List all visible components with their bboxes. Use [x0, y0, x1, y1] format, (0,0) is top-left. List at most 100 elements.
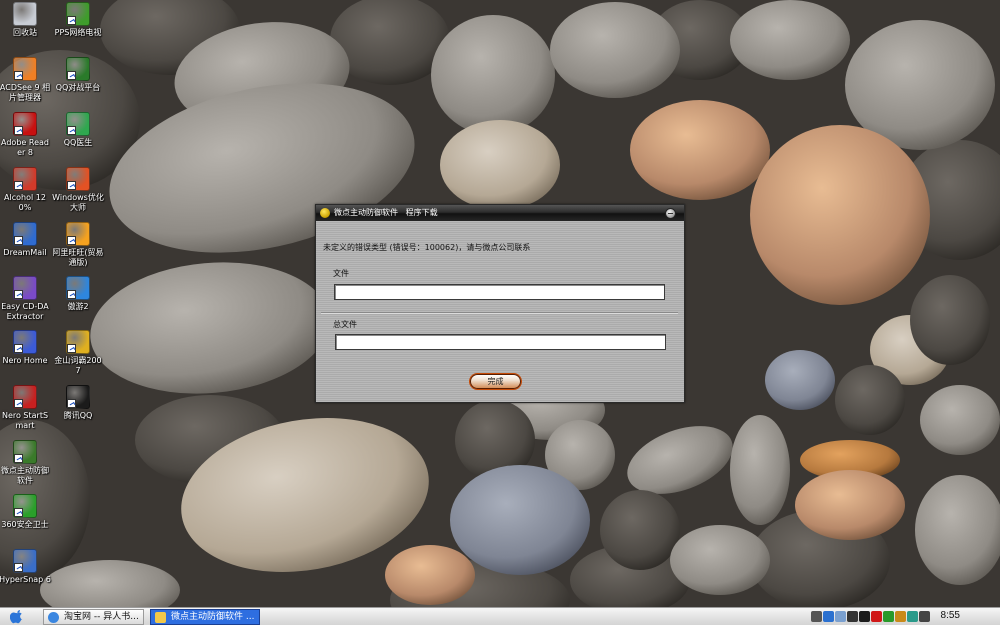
shortcut-arrow-icon [67, 71, 76, 80]
desktop-icon-label: Windows优化大师 [52, 193, 104, 212]
total-file-label: 总文件 [333, 320, 357, 329]
taskbar-button-label: 微点主动防御软件 ... [171, 612, 255, 622]
desktop-icon[interactable]: 金山词霸2007 [52, 330, 104, 376]
desktop-icon-label: QQ对战平台 [55, 83, 101, 92]
desktop-icon-label: HyperSnap 6 [0, 575, 51, 584]
shortcut-arrow-icon [14, 290, 23, 299]
shortcut-arrow-icon [14, 71, 23, 80]
qq-icon [66, 385, 90, 409]
desktop-icon[interactable]: 阿里旺旺(贸易通版) [52, 222, 104, 268]
apple-start-icon[interactable] [10, 610, 24, 624]
qq-doctor-icon [66, 112, 90, 136]
download-dialog: 微点主动防御软件 程序下载 未定义的错误类型 (错误号：100062)，请与微点… [315, 204, 685, 403]
shortcut-arrow-icon [14, 508, 23, 517]
shortcut-arrow-icon [67, 290, 76, 299]
easy-cd-da-icon [13, 276, 37, 300]
desktop-icon-label: 傲游2 [67, 302, 89, 311]
shortcut-arrow-icon [67, 399, 76, 408]
desktop-icon[interactable]: PPS网络电视 [52, 2, 104, 38]
360-icon [13, 494, 37, 518]
shortcut-arrow-icon [14, 181, 23, 190]
dialog-title: 微点主动防御软件 程序下载 [334, 208, 438, 217]
desktop-icon[interactable]: Windows优化大师 [52, 167, 104, 213]
hypersnap-icon [13, 549, 37, 573]
desktop-icon[interactable]: 傲游2 [52, 276, 104, 312]
shortcut-arrow-icon [14, 563, 23, 572]
shield-tray-icon[interactable] [883, 611, 894, 622]
taskbar-button-label: 淘宝网 -- 异人书... [64, 612, 139, 622]
desktop-icon-label: 金山词霸2007 [54, 356, 102, 375]
micropoint-icon [155, 612, 166, 623]
desktop-icon[interactable]: HyperSnap 6 [0, 549, 51, 585]
desktop-icon[interactable]: Nero Home [0, 330, 51, 366]
kingsoft-dict-icon [66, 330, 90, 354]
lock-icon[interactable] [919, 611, 930, 622]
desktop-icon-label: QQ医生 [63, 138, 93, 147]
desktop-icon[interactable]: 微点主动防御软件 [0, 440, 51, 486]
shortcut-arrow-icon [14, 344, 23, 353]
app-icon [320, 208, 330, 218]
aliwangwang-icon [66, 222, 90, 246]
close-button[interactable] [665, 208, 676, 219]
clock[interactable]: 8:55 [941, 610, 960, 621]
error-message: 未定义的错误类型 (错误号：100062)，请与微点公司联系 [323, 243, 531, 252]
desktop-icon[interactable]: QQ医生 [52, 112, 104, 148]
desktop-icon-label: Nero StartSmart [1, 411, 49, 430]
desktop-icon-label: 腾讯QQ [63, 411, 93, 420]
separator [321, 312, 678, 314]
desktop-icon[interactable]: 回收站 [0, 2, 51, 38]
taskbar: 淘宝网 -- 异人书... 微点主动防御软件 ... 8:55 [0, 607, 1000, 625]
globe-icon[interactable] [907, 611, 918, 622]
shortcut-arrow-icon [67, 181, 76, 190]
desktop-icon[interactable]: Adobe Reader 8 [0, 112, 51, 158]
qq-battle-icon [66, 57, 90, 81]
volume-icon[interactable] [847, 611, 858, 622]
signal-icon[interactable] [835, 611, 846, 622]
system-tray: 8:55 [803, 608, 1000, 625]
desktop-icon-label: Easy CD-DA Extractor [1, 302, 49, 321]
desktop-icon[interactable]: 360安全卫士 [0, 494, 51, 530]
shortcut-arrow-icon [14, 399, 23, 408]
dialog-titlebar[interactable]: 微点主动防御软件 程序下载 [316, 205, 684, 221]
help-icon[interactable] [823, 611, 834, 622]
done-button[interactable]: 完成 [470, 374, 521, 389]
adobe-reader-icon [13, 112, 37, 136]
maxthon-icon [66, 276, 90, 300]
nero-startsmart-icon [13, 385, 37, 409]
nero-home-icon [13, 330, 37, 354]
shortcut-arrow-icon [14, 454, 23, 463]
desktop-icon-label: 回收站 [13, 28, 37, 37]
desktop-icon-label: ACDSee 9 相片管理器 [0, 83, 51, 102]
shortcut-arrow-icon [67, 344, 76, 353]
desktop-icon[interactable]: ACDSee 9 相片管理器 [0, 57, 51, 103]
desktop-icon-label: Adobe Reader 8 [1, 138, 49, 157]
desktop-icon[interactable]: Alcohol 120% [0, 167, 51, 213]
desktop-icon-label: 360安全卫士 [1, 520, 49, 529]
desktop-icon[interactable]: Easy CD-DA Extractor [0, 276, 51, 322]
desktop-icon[interactable]: 腾讯QQ [52, 385, 104, 421]
kaspersky-icon[interactable] [871, 611, 882, 622]
printer-icon[interactable] [811, 611, 822, 622]
file-progress-field [334, 284, 665, 300]
taskbar-button[interactable]: 淘宝网 -- 异人书... [43, 609, 144, 625]
taskbar-button[interactable]: 微点主动防御软件 ... [150, 609, 260, 625]
dreammail-icon [13, 222, 37, 246]
desktop-icon[interactable]: DreamMail [0, 222, 51, 258]
desktop-icon[interactable]: Nero StartSmart [0, 385, 51, 431]
shortcut-arrow-icon [14, 126, 23, 135]
desktop-icon-label: 阿里旺旺(贸易通版) [52, 248, 104, 267]
shortcut-arrow-icon [67, 126, 76, 135]
desktop-icon-label: 微点主动防御软件 [1, 466, 49, 485]
qq-tray-icon[interactable] [859, 611, 870, 622]
shortcut-arrow-icon [67, 16, 76, 25]
shortcut-arrow-icon [14, 236, 23, 245]
windows-optimizer-icon [66, 167, 90, 191]
desktop-icon-label: PPS网络电视 [54, 28, 102, 37]
desktop-icon-label: Alcohol 120% [4, 193, 46, 212]
desktop-icon[interactable]: QQ对战平台 [52, 57, 104, 93]
network-icon[interactable] [895, 611, 906, 622]
pps-icon [66, 2, 90, 26]
desktop-icon-label: Nero Home [2, 356, 48, 365]
acdsee-icon [13, 57, 37, 81]
shortcut-arrow-icon [67, 236, 76, 245]
